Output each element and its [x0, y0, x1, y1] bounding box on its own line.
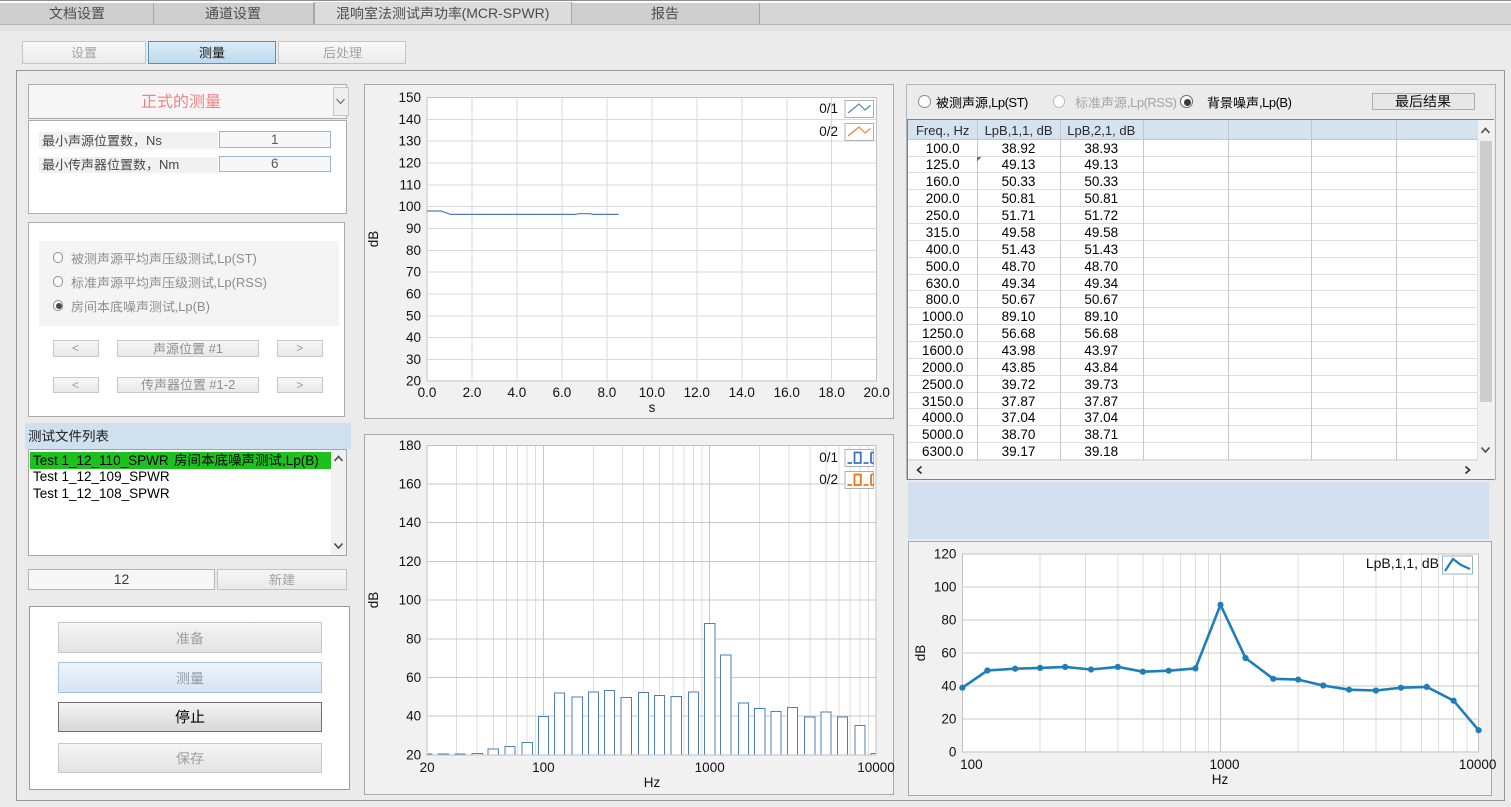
- svg-text:50: 50: [405, 308, 420, 323]
- svg-text:80: 80: [941, 612, 956, 627]
- svg-text:120: 120: [399, 553, 422, 568]
- svg-text:60: 60: [941, 645, 956, 660]
- svg-text:20: 20: [420, 759, 435, 774]
- svg-text:2.0: 2.0: [462, 385, 481, 400]
- svg-text:120: 120: [398, 155, 421, 170]
- svg-text:Hz: Hz: [644, 774, 661, 789]
- svg-text:0/1: 0/1: [819, 101, 838, 116]
- svg-text:60: 60: [406, 670, 421, 685]
- svg-text:1000: 1000: [1209, 757, 1239, 772]
- svg-text:Hz: Hz: [1212, 772, 1229, 787]
- svg-text:14.0: 14.0: [728, 385, 754, 400]
- svg-text:1000: 1000: [695, 759, 725, 774]
- svg-text:110: 110: [399, 177, 421, 192]
- svg-text:150: 150: [398, 90, 421, 105]
- svg-text:90: 90: [405, 221, 420, 236]
- svg-text:0.0: 0.0: [417, 385, 436, 400]
- svg-text:100: 100: [399, 592, 422, 607]
- svg-text:120: 120: [934, 547, 957, 562]
- svg-text:160: 160: [399, 476, 422, 491]
- svg-text:180: 180: [399, 437, 422, 452]
- svg-text:100: 100: [532, 759, 555, 774]
- svg-text:40: 40: [405, 330, 420, 345]
- svg-text:70: 70: [405, 264, 420, 279]
- svg-text:100: 100: [934, 580, 957, 595]
- svg-text:20: 20: [941, 711, 956, 726]
- svg-text:130: 130: [398, 133, 421, 148]
- svg-text:18.0: 18.0: [818, 385, 844, 400]
- svg-text:0: 0: [949, 744, 957, 759]
- svg-text:16.0: 16.0: [773, 385, 799, 400]
- svg-text:100: 100: [960, 757, 983, 772]
- svg-text:s: s: [648, 400, 655, 415]
- svg-text:dB: dB: [366, 230, 381, 247]
- svg-text:40: 40: [941, 678, 956, 693]
- svg-text:8.0: 8.0: [597, 385, 616, 400]
- svg-text:10.0: 10.0: [638, 385, 664, 400]
- svg-text:140: 140: [398, 111, 421, 126]
- svg-text:100: 100: [398, 199, 421, 214]
- svg-text:80: 80: [406, 631, 421, 646]
- svg-text:60: 60: [405, 286, 420, 301]
- svg-text:12.0: 12.0: [683, 385, 709, 400]
- svg-text:dB: dB: [366, 591, 381, 608]
- svg-text:80: 80: [405, 242, 420, 257]
- svg-text:0/2: 0/2: [819, 124, 838, 139]
- svg-text:30: 30: [405, 351, 420, 366]
- svg-text:LpB,1,1, dB: LpB,1,1, dB: [1366, 555, 1439, 571]
- svg-text:dB: dB: [913, 645, 928, 662]
- svg-text:0/1: 0/1: [819, 450, 838, 465]
- svg-text:10000: 10000: [857, 759, 895, 774]
- svg-text:10000: 10000: [1459, 757, 1497, 772]
- svg-text:4.0: 4.0: [507, 385, 526, 400]
- svg-text:0/2: 0/2: [819, 472, 838, 487]
- svg-text:6.0: 6.0: [552, 385, 571, 400]
- svg-text:20.0: 20.0: [863, 385, 889, 400]
- svg-text:40: 40: [406, 708, 421, 723]
- svg-text:140: 140: [399, 515, 422, 530]
